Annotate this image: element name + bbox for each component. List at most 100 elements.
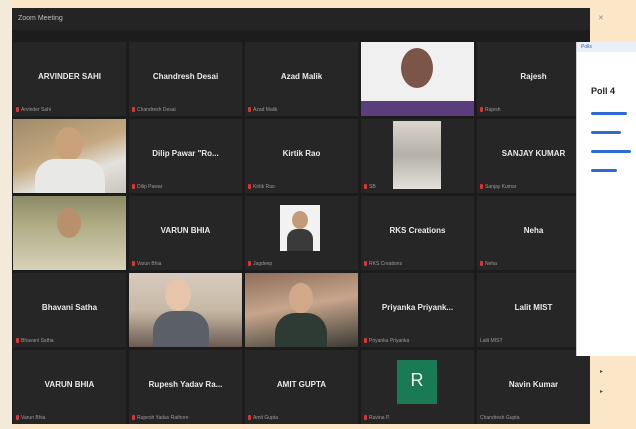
- participant-tile[interactable]: [13, 119, 126, 193]
- participant-name: Navin Kumar: [508, 380, 559, 389]
- participant-label: Amit Gupta: [248, 415, 278, 421]
- meeting-window: Zoom Meeting ARVINDER SAHI Arvinder Sahi C…: [12, 8, 590, 424]
- participant-tile[interactable]: Dilip Pawar "Ro... Dilip Pawar: [129, 119, 242, 193]
- participant-label: Lalit MIST: [480, 338, 503, 344]
- mic-muted-icon: [364, 261, 367, 267]
- participant-tile[interactable]: AMIT GUPTA Amit Gupta: [245, 350, 358, 424]
- poll-option-bar: [591, 131, 621, 134]
- participant-label-text: Azad Malik: [253, 107, 278, 113]
- footer-icon: ▸: [600, 369, 604, 375]
- window-titlebar: Zoom Meeting: [12, 8, 590, 30]
- participant-tile[interactable]: VARUN BHIA Varun Bhia: [13, 350, 126, 424]
- window-title: Zoom Meeting: [18, 15, 63, 22]
- mic-muted-icon: [16, 415, 19, 421]
- participant-label-text: Chandresh Desai: [137, 107, 176, 113]
- mic-muted-icon: [248, 415, 251, 421]
- participant-label: Azad Malik: [248, 107, 277, 113]
- participant-name: Rajesh: [520, 72, 547, 81]
- participant-tile[interactable]: Neha Neha: [477, 196, 590, 270]
- mic-muted-icon: [132, 107, 135, 113]
- participant-tile[interactable]: SANJAY KUMAR Sanjay Kumar: [477, 119, 590, 193]
- participant-label: Dilip Pawar: [132, 184, 162, 190]
- participant-video: [245, 273, 358, 347]
- poll-panel[interactable]: Polls Poll 4: [576, 42, 636, 356]
- participant-tile[interactable]: Jagdeep: [245, 196, 358, 270]
- participant-label: Neha: [480, 261, 497, 267]
- participant-tile[interactable]: Bhavani Satha Bhavani Satha: [13, 273, 126, 347]
- participant-video: [13, 196, 126, 270]
- participant-name: Neha: [523, 226, 544, 235]
- participant-label-text: Varun Bhia: [137, 261, 162, 267]
- participant-video: [361, 119, 474, 193]
- mic-muted-icon: [480, 261, 483, 267]
- participant-label: Arvinder Sahi: [16, 107, 51, 113]
- poll-title: Poll 4: [591, 86, 616, 96]
- mic-muted-icon: [480, 184, 483, 190]
- participant-label-text: Sanjay Kumar: [485, 184, 517, 190]
- participant-name: Kirtik Rao: [282, 149, 321, 158]
- participant-label-text: Rajesh: [485, 107, 501, 113]
- participant-tile[interactable]: VARUN BHIA Varun Bhia: [129, 196, 242, 270]
- participant-tile[interactable]: [13, 196, 126, 270]
- participant-label-text: Priyanka Priyanka: [369, 338, 410, 344]
- gallery-grid: ARVINDER SAHI Arvinder Sahi Chandresh Desa…: [12, 42, 590, 424]
- participant-label: Ravina P.: [364, 415, 390, 421]
- participant-tile[interactable]: Priyanka Priyank... Priyanka Priyanka: [361, 273, 474, 347]
- participant-label-text: Lalit MIST: [480, 338, 503, 344]
- poll-option-text: [591, 142, 636, 147]
- participant-tile[interactable]: R Ravina P.: [361, 350, 474, 424]
- participant-label-text: Varun Bhia: [21, 415, 46, 421]
- participant-name: Priyanka Priyank...: [381, 303, 454, 312]
- participant-tile[interactable]: [245, 273, 358, 347]
- mic-muted-icon: [364, 415, 367, 421]
- participant-tile[interactable]: Kirtik Rao Kirtik Rao: [245, 119, 358, 193]
- participant-tile[interactable]: SB: [361, 119, 474, 193]
- participant-label-text: Neha: [485, 261, 497, 267]
- mic-muted-icon: [16, 107, 19, 113]
- participant-label-text: Kirtik Rao: [253, 184, 275, 190]
- participant-name: Bhavani Satha: [41, 303, 98, 312]
- poll-option-bar: [591, 112, 627, 115]
- participant-label-text: Amit Gupta: [253, 415, 279, 421]
- mic-muted-icon: [132, 261, 135, 267]
- participant-name: VARUN BHIA: [44, 380, 95, 389]
- participant-tile[interactable]: ARVINDER SAHI Arvinder Sahi: [13, 42, 126, 116]
- participant-tile[interactable]: Rajesh Rajesh: [477, 42, 590, 116]
- participant-tile[interactable]: Azad Malik Azad Malik: [245, 42, 358, 116]
- participant-video: [361, 42, 474, 116]
- avatar: R: [397, 360, 437, 404]
- participant-name: Lalit MIST: [514, 303, 553, 312]
- participant-tile[interactable]: Navin Kumar Chandresh Gupta: [477, 350, 590, 424]
- participant-tile[interactable]: Chandresh Desai Chandresh Desai: [129, 42, 242, 116]
- participant-label: Varun Bhia: [132, 261, 161, 267]
- participant-label-text: SB: [369, 184, 376, 190]
- mic-muted-icon: [132, 184, 135, 190]
- participant-tile[interactable]: Lalit MIST Lalit MIST: [477, 273, 590, 347]
- participant-tile[interactable]: RKS Creations RKS Creations: [361, 196, 474, 270]
- participant-label-text: Arvinder Sahi: [21, 107, 52, 113]
- participant-label: RKS Creations: [364, 261, 402, 267]
- poll-panel-header: Polls: [577, 42, 636, 52]
- participant-label: Jagdeep: [248, 261, 272, 267]
- participant-label-text: Dilip Pawar: [137, 184, 163, 190]
- mic-muted-icon: [248, 184, 251, 190]
- participant-name: Rupesh Yadav Ra...: [148, 380, 223, 389]
- participant-video: [245, 196, 358, 270]
- participant-tile[interactable]: [129, 273, 242, 347]
- participant-label: SB: [364, 184, 376, 190]
- participant-label: Rajesh: [480, 107, 501, 113]
- close-icon[interactable]: ✕: [598, 14, 604, 22]
- participant-label-text: Rupesh Yadav Rathore: [137, 415, 189, 421]
- footer-icon: ▸: [600, 389, 604, 395]
- mic-muted-icon: [132, 415, 135, 421]
- poll-option-bar: [591, 150, 631, 153]
- participant-name: SANJAY KUMAR: [501, 149, 566, 158]
- participant-label: Varun Bhia: [16, 415, 45, 421]
- left-background: [0, 0, 12, 429]
- participant-tile[interactable]: [361, 42, 474, 116]
- participant-label: Rupesh Yadav Rathore: [132, 415, 189, 421]
- participant-label-text: Jagdeep: [253, 261, 273, 267]
- participant-video: [13, 119, 126, 193]
- mic-muted-icon: [248, 107, 251, 113]
- participant-tile[interactable]: Rupesh Yadav Ra... Rupesh Yadav Rathore: [129, 350, 242, 424]
